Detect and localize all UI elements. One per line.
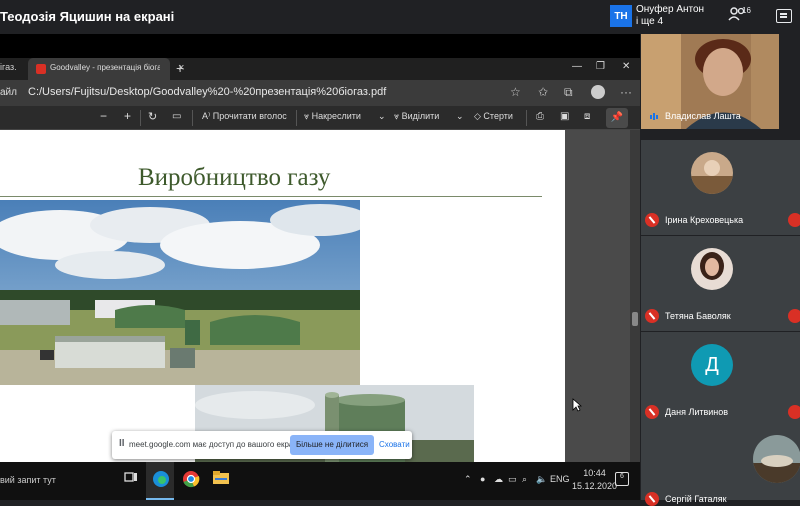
tab-pdf[interactable]: Goodvalley - презентація біогаз. × [28,58,184,80]
participant-avatar [691,152,733,194]
favorites-icon[interactable]: ✩ [538,85,548,99]
restore-icon[interactable]: ❐ [596,61,605,72]
profile-avatar[interactable] [591,85,605,99]
mic-off-icon [645,309,659,323]
tray-expand-icon[interactable]: ⌃ [464,474,472,485]
new-tab-button[interactable]: + [176,60,184,76]
participant-avatar [753,435,800,483]
draw-button[interactable]: ⩔ Накреслити [304,111,361,122]
eraser-icon: ◇ [474,111,484,121]
highlight-dropdown-icon[interactable]: ⌄ [456,111,464,122]
share-message: meet.google.com має доступ до вашого екр… [129,440,305,449]
meet-top-bar: Теодозія Яцишин на екрані TH Онуфер Анто… [0,0,800,34]
edge-browser-icon[interactable] [152,470,170,488]
battery-icon[interactable]: ▭ [508,474,517,485]
divider [296,110,297,126]
pin-toolbar-icon[interactable]: 📌 [606,108,628,128]
mic-off-icon [788,309,800,323]
self-video-tile[interactable]: Владислав Лашта [641,34,779,129]
biogas-plant-photo [0,200,360,385]
participant-avatar: Д [691,344,733,386]
zoom-in-icon[interactable]: + [124,109,131,123]
read-aloud-icon: A⁾ [202,111,213,121]
close-window-icon[interactable]: ✕ [622,61,630,72]
mic-off-icon [645,492,659,506]
onedrive-icon[interactable]: ☁ [494,474,503,485]
more-menu-icon[interactable]: ··· [620,85,632,99]
stop-sharing-button[interactable]: Більше не ділитися [290,435,374,455]
task-view-icon[interactable] [124,470,142,488]
participant-tile[interactable]: Тетяна Баволяк [641,236,800,331]
participant-name: Даня Литвинов [645,405,728,419]
mic-off-icon [788,213,800,227]
minimize-icon[interactable]: — [572,61,582,72]
print-icon[interactable]: ⎙ [536,111,544,122]
slide-title: Виробництво газу [138,164,331,191]
divider [140,110,141,126]
rotate-icon[interactable]: ↻ [148,110,157,123]
highlighter-icon: ⩔ [394,111,402,121]
chat-icon[interactable] [776,9,792,23]
mic-off-icon [788,405,800,419]
address-input[interactable]: C:/Users/Fujitsu/Desktop/Goodvalley%20-%… [28,86,386,98]
draw-dropdown-icon[interactable]: ⌄ [378,111,386,122]
scrollbar-thumb[interactable] [632,312,638,326]
people-count: 16 [742,6,751,15]
taskbar-search-input[interactable]: вий запит тут [0,475,56,485]
notifications-icon[interactable]: 6 [615,472,629,486]
title-underline [0,196,542,197]
participant-tile[interactable]: Ірина Креховецька [641,140,800,235]
browser-tab-strip: ігаз. Goodvalley - презентація біогаз. ×… [0,58,640,80]
participant-avatar [691,248,733,290]
network-icon[interactable]: ⌕ [522,474,527,485]
save-icon[interactable]: ▣ [560,111,569,122]
participant-tile[interactable]: Д Даня Литвинов [641,332,800,427]
participant-name: Тетяна Баволяк [645,309,731,323]
pause-icon: II [119,438,125,449]
presenter-name: Онуфер Антон і ще 4 [636,4,705,27]
pdf-icon [36,64,46,74]
collections-icon[interactable]: ⧉ [564,85,573,100]
divider [526,110,527,126]
language-indicator[interactable]: ENG [550,474,570,484]
shared-screen: ігаз. Goodvalley - презентація біогаз. ×… [0,34,640,500]
erase-button[interactable]: ◇ Стерти [474,111,513,122]
participant-name: Сергій Гаталяк [645,492,727,506]
pen-icon: ⩔ [304,111,312,121]
taskbar-clock[interactable]: 10:44 15.12.2020 [572,467,617,493]
presenting-title: Теодозія Яцишин на екрані [0,9,175,24]
zoom-out-icon[interactable]: − [100,109,107,123]
participant-tile[interactable]: Сергій Гаталяк [641,419,800,506]
volume-icon[interactable]: 🔈 [536,474,547,485]
pdf-viewer: Виробництво газу II meet.google.com має … [0,130,640,462]
divider [192,110,193,126]
pdf-page: Виробництво газу [0,130,565,462]
screen-share-notification: II meet.google.com має доступ до вашого … [112,431,412,459]
favorite-star-icon[interactable]: ☆ [510,85,521,99]
windows-taskbar: вий запит тут ⌃ ● ☁ ▭ ⌕ 🔈 ENG 10:44 15.1… [0,462,640,500]
read-aloud-button[interactable]: A⁾ Прочитати вголос [202,111,287,122]
chrome-icon[interactable] [182,470,200,488]
highlight-button[interactable]: ⩔ Виділити [394,111,439,122]
mic-off-icon [645,213,659,227]
save-as-icon[interactable]: ⧈ [584,111,590,122]
address-bar: айл C:/Users/Fujitsu/Desktop/Goodvalley%… [0,80,640,106]
speaking-indicator-icon [650,112,658,120]
hide-button[interactable]: Сховати [379,440,410,449]
mic-off-icon [645,405,659,419]
participant-name: Ірина Креховецька [645,213,743,227]
pdf-toolbar: − + ↻ ▭ A⁾ Прочитати вголос ⩔ Накреслити… [0,106,640,130]
presenter-avatar: TH [610,5,632,27]
tray-app-icon[interactable]: ● [480,474,485,484]
fit-page-icon[interactable]: ▭ [172,111,181,122]
address-prefix: айл [0,87,17,98]
file-explorer-icon[interactable] [212,470,230,488]
tab-previous[interactable]: ігаз. [0,62,17,72]
tab-label: Goodvalley - презентація біогаз. [50,63,160,72]
mouse-cursor-icon [572,398,582,412]
self-name: Владислав Лашта [649,111,741,121]
vertical-scrollbar[interactable] [630,130,640,462]
